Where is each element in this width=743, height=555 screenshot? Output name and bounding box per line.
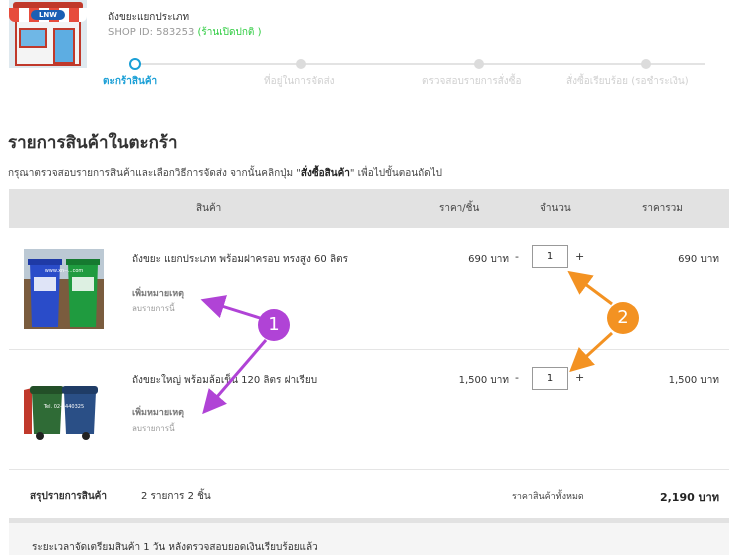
remove-item-link[interactable]: ลบรายการนี้ [132, 422, 175, 435]
arrow-2-to-qty-row1 [567, 270, 613, 306]
summary-all-value: 2,190 บาท [659, 491, 719, 504]
arrow-1-to-note-row1 [200, 295, 261, 320]
shop-name[interactable]: ถังขยะแยกประเภท [108, 10, 189, 25]
qty-input[interactable]: 1 [532, 245, 568, 268]
instruction-button-ref: สั่งซื้อสินค้า [300, 168, 350, 179]
line-total: 1,500 บาท [668, 375, 719, 386]
steps-progress-line [135, 63, 705, 65]
shop-id-label: SHOP ID: 583253 [108, 27, 195, 38]
remove-item-link[interactable]: ลบรายการนี้ [132, 302, 175, 315]
svg-text:www.xn--...com: www.xn--...com [45, 268, 84, 274]
instruction-prefix: กรุณาตรวจสอบรายการสินค้าและเลือกวิธีการจ… [8, 168, 301, 179]
unit-price: 1,500 บาท [458, 375, 509, 386]
product-image[interactable]: Tel. 02-5440325 [24, 374, 104, 442]
summary-count: 2 รายการ 2 ชิ้น [141, 491, 211, 502]
shop-logo: LNW [9, 0, 87, 68]
row-divider [9, 469, 729, 470]
step-dot-complete [641, 59, 651, 69]
qty-increase-button[interactable]: + [575, 371, 584, 384]
product-name[interactable]: ถังขยะใหญ่ พร้อมล้อเข็น 120 ลิตร ฝาเรียบ [132, 373, 317, 388]
prep-time-text: ระยะเวลาจัดเตรียมสินค้า 1 วัน หลังตรวจสอ… [32, 542, 318, 553]
shop-status: (ร้านเปิดปกติ ) [197, 27, 262, 38]
cart-table-header: สินค้า ราคา/ชิ้น จำนวน ราคารวม [9, 189, 729, 228]
instruction-text: กรุณาตรวจสอบรายการสินค้าและเลือกวิธีการจ… [8, 166, 442, 181]
shop-door [53, 28, 75, 64]
callout-2: 2 [607, 302, 639, 334]
step-label-cart: ตะกร้าสินค้า [103, 76, 158, 87]
step-dot-review [474, 59, 484, 69]
qty-decrease-button[interactable]: - [515, 250, 519, 263]
shop-logo-badge: LNW [31, 10, 65, 20]
summary-all-label: ราคาสินค้าทั้งหมด [512, 492, 584, 502]
shop-window [19, 28, 47, 48]
add-note-link[interactable]: เพิ่มหมายเหตุ [132, 405, 184, 419]
line-total: 690 บาท [678, 254, 719, 265]
summary-label: สรุปรายการสินค้า [30, 491, 107, 502]
step-label-complete: สั่งซื้อเรียบร้อย (รอชำระเงิน) [566, 76, 689, 87]
wheelie-bins-image: Tel. 02-5440325 [24, 374, 104, 442]
step-label-review: ตรวจสอบรายการสั่งซื้อ [422, 76, 522, 87]
header-total: ราคารวม [642, 203, 683, 214]
header-product: สินค้า [196, 203, 222, 214]
unit-price: 690 บาท [468, 254, 509, 265]
page-title: รายการสินค้าในตะกร้า [8, 133, 178, 153]
add-note-link[interactable]: เพิ่มหมายเหตุ [132, 286, 184, 300]
step-dot-cart [129, 58, 141, 70]
step-label-address: ที่อยู่ในการจัดส่ง [264, 76, 335, 87]
qty-increase-button[interactable]: + [575, 250, 584, 263]
row-divider [9, 349, 729, 350]
header-unit-price: ราคา/ชิ้น [439, 203, 480, 214]
step-dot-address [296, 59, 306, 69]
trash-bins-image: www.xn--...com [24, 249, 104, 329]
instruction-suffix: " เพื่อไปขั้นตอนถัดไป [349, 168, 443, 179]
callout-1: 1 [258, 309, 290, 341]
qty-decrease-button[interactable]: - [515, 371, 519, 384]
svg-text:Tel. 02-5440325: Tel. 02-5440325 [43, 404, 84, 410]
qty-input[interactable]: 1 [532, 367, 568, 390]
product-image[interactable]: www.xn--...com [24, 249, 104, 329]
product-name[interactable]: ถังขยะ แยกประเภท พร้อมฝาครอบ ทรงสูง 60 ล… [132, 252, 348, 267]
shop-id: SHOP ID: 583253 (ร้านเปิดปกติ ) [108, 25, 261, 40]
header-quantity: จำนวน [540, 203, 571, 214]
